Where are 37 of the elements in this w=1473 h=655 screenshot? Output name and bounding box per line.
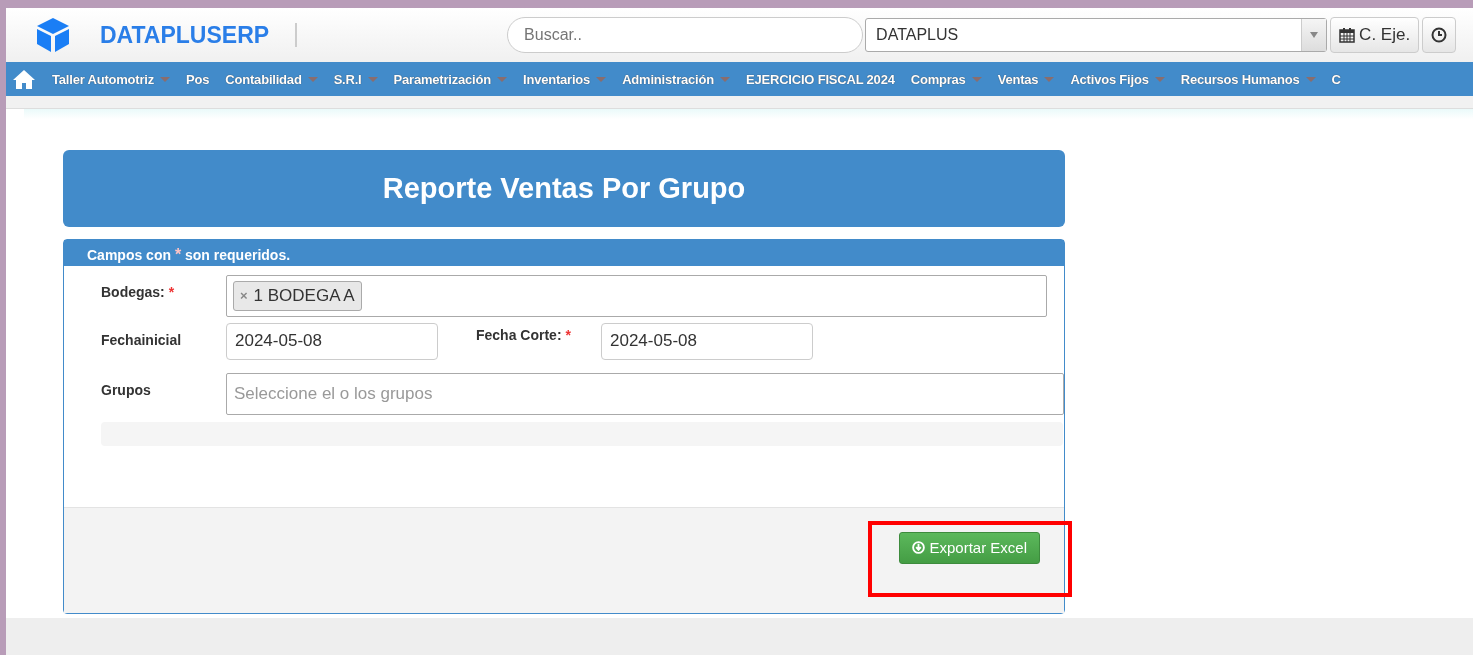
export-excel-button[interactable]: Exportar Excel xyxy=(899,531,1040,564)
download-icon xyxy=(912,541,926,555)
menu-item[interactable]: Ventas xyxy=(989,71,1063,87)
field-label: Fecha Corte: * xyxy=(476,325,572,345)
menu-item[interactable]: Administración xyxy=(614,71,738,87)
required-notice: Campos con * son requeridos. xyxy=(64,240,1064,266)
menu-item[interactable]: Inventarios xyxy=(515,71,615,87)
history-button[interactable] xyxy=(1422,17,1457,53)
menu-item[interactable]: Pos xyxy=(178,71,218,87)
menu-item[interactable]: Recursos Humanos xyxy=(1172,71,1324,87)
field-label: Fechainicial xyxy=(101,330,183,350)
home-icon[interactable] xyxy=(12,69,36,89)
calendar-icon xyxy=(1339,27,1356,43)
cube-logo-icon xyxy=(34,16,72,54)
date-field[interactable]: 2024-05-08 xyxy=(226,322,438,360)
date-field[interactable]: 2024-05-08 xyxy=(601,322,813,360)
groups-select[interactable]: Seleccione el o los grupos xyxy=(226,372,1064,415)
search-field[interactable]: Buscar.. xyxy=(507,17,864,53)
field-label: Grupos xyxy=(101,380,152,400)
menu-item[interactable]: Activos Fijos xyxy=(1062,71,1173,87)
menu-item[interactable]: Contabilidad xyxy=(217,71,326,87)
menu-item[interactable]: Compras xyxy=(902,71,990,87)
tag-label: 1 BODEGA A xyxy=(253,285,355,306)
menu-item[interactable]: Taller Automotriz xyxy=(44,71,179,87)
fiscal-year-button[interactable]: C. Eje. xyxy=(1330,17,1420,53)
field-label: Bodegas: * xyxy=(101,282,176,302)
warehouse-select[interactable]: × 1 BODEGA A xyxy=(226,274,1047,317)
remove-tag-button[interactable]: × xyxy=(240,288,248,304)
menu-item[interactable]: EJERCICIO FISCAL 2024 xyxy=(737,71,903,87)
company-select[interactable]: DATAPLUS xyxy=(865,18,1328,52)
report-title: Reporte Ventas Por Grupo xyxy=(63,150,1065,227)
menu-item[interactable]: Parametrización xyxy=(385,71,515,87)
caret-icon xyxy=(1310,32,1319,38)
menu-item[interactable]: C xyxy=(1323,71,1349,87)
menu-item[interactable]: S.R.I xyxy=(325,71,386,87)
clock-icon xyxy=(1431,27,1448,43)
selected-tag[interactable]: × 1 BODEGA A xyxy=(233,280,362,311)
